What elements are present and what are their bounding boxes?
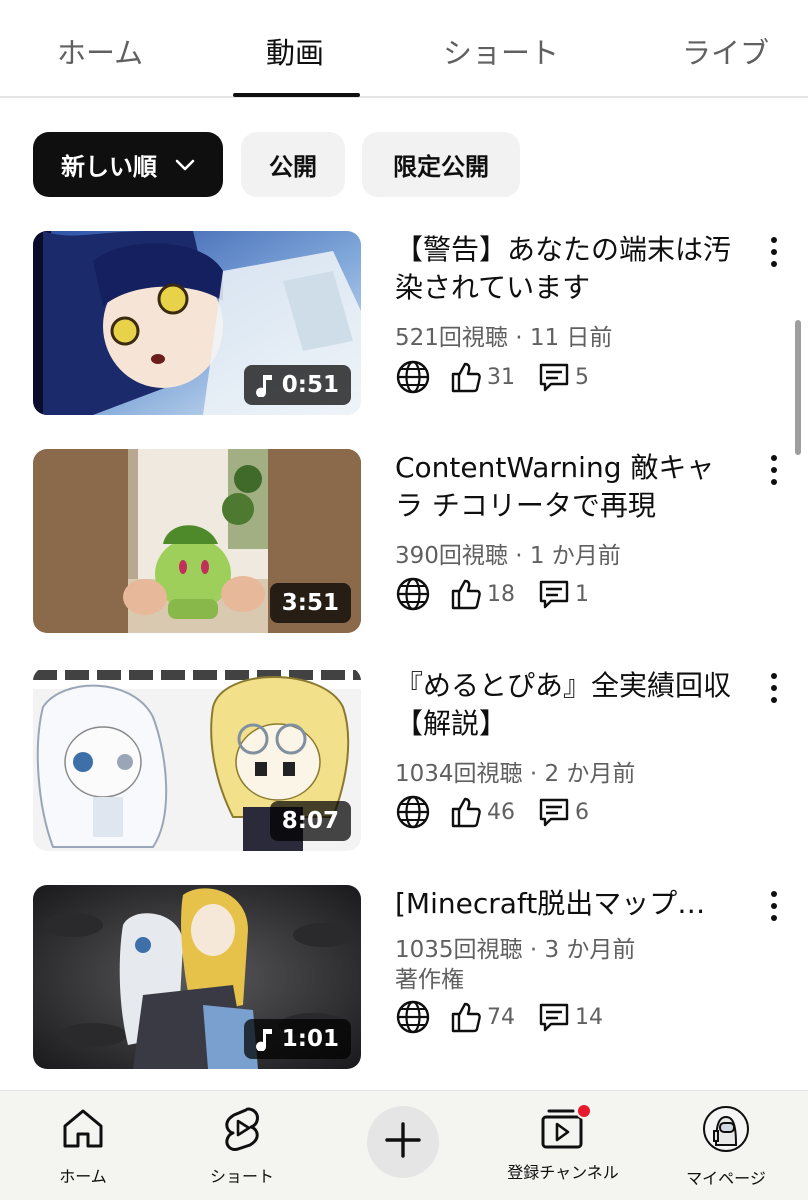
more-options-icon[interactable] [764, 673, 784, 703]
video-meta: 390回視聴 · 1 か月前 [395, 543, 621, 569]
thumbs-up-icon [449, 795, 483, 829]
nav-shorts[interactable]: ショート [204, 1105, 280, 1187]
filter-unlisted-label: 限定公開 [393, 153, 489, 181]
nav-subscriptions[interactable]: 登録チャンネル [500, 1103, 626, 1183]
duration-badge: 0:51 [243, 365, 351, 405]
like-count: 46 [487, 799, 515, 825]
video-stats: 31 5 [395, 359, 589, 395]
video-stats: 46 6 [395, 794, 589, 830]
nav-subscriptions-label: 登録チャンネル [507, 1163, 619, 1182]
sort-newest-label: 新しい順 [61, 153, 157, 181]
video-thumbnail[interactable]: 1:01 [33, 885, 361, 1069]
comment-count: 5 [575, 364, 589, 390]
channel-tabs: ホーム 動画 ショート ライブ [0, 0, 808, 98]
plus-icon [383, 1120, 423, 1164]
filter-unlisted-chip[interactable]: 限定公開 [362, 132, 520, 197]
comment-icon [537, 795, 571, 829]
like-count: 31 [487, 364, 515, 390]
duration-text: 1:01 [281, 1026, 339, 1052]
copyright-label: 著作権 [395, 967, 464, 993]
comment-icon [537, 577, 571, 611]
duration-badge: 3:51 [269, 583, 351, 623]
nav-my-page[interactable]: マイページ [680, 1105, 772, 1189]
video-title[interactable]: 『めるとぴあ』全実績回収 【解説】 [395, 667, 745, 743]
video-thumbnail[interactable]: 3:51 [33, 449, 361, 633]
video-item[interactable]: 1:01 [Minecraft脱出マップ… 1035回視聴 · 3 か月前 著作… [0, 885, 808, 1075]
music-note-icon [255, 1029, 272, 1051]
comment-count: 6 [575, 799, 589, 825]
tab-home[interactable]: ホーム [57, 30, 143, 72]
comment-count: 1 [575, 581, 589, 607]
video-thumbnail[interactable]: 0:51 [33, 231, 361, 415]
duration-text: 3:51 [281, 590, 339, 616]
globe-icon [395, 359, 431, 395]
video-thumbnail[interactable]: 8:07 [33, 667, 361, 851]
thumbs-up-icon [449, 577, 483, 611]
video-title-line: 染されています [395, 271, 591, 304]
duration-text: 8:07 [281, 808, 339, 834]
globe-icon [395, 999, 431, 1035]
duration-badge: 1:01 [243, 1019, 351, 1059]
comment-icon [537, 360, 571, 394]
video-item[interactable]: 0:51 【警告】あなたの端末は汚 染されています 521回視聴 · 11 日前… [0, 231, 808, 421]
duration-badge: 8:07 [269, 801, 351, 841]
avatar-icon [702, 1105, 750, 1157]
like-count: 18 [487, 581, 515, 607]
video-meta: 1034回視聴 · 2 か月前 [395, 761, 636, 787]
filter-public-label: 公開 [269, 153, 317, 181]
video-item[interactable]: 3:51 ContentWarning 敵キャ ラ チコリータで再現 390回視… [0, 449, 808, 639]
home-icon [60, 1105, 106, 1155]
create-button[interactable] [367, 1106, 439, 1178]
video-title-line: 【警告】あなたの端末は汚 [395, 233, 732, 266]
video-stats: 18 1 [395, 576, 589, 612]
video-title-line: ラ チコリータで再現 [395, 489, 656, 522]
more-options-icon[interactable] [764, 455, 784, 485]
video-title[interactable]: ContentWarning 敵キャ ラ チコリータで再現 [395, 449, 745, 525]
nav-home-label: ホーム [59, 1167, 107, 1186]
video-title[interactable]: [Minecraft脱出マップ… [395, 885, 745, 923]
thumbs-up-icon [449, 1000, 483, 1034]
video-title[interactable]: 【警告】あなたの端末は汚 染されています [395, 231, 745, 307]
more-options-icon[interactable] [764, 891, 784, 921]
globe-icon [395, 794, 431, 830]
video-meta: 521回視聴 · 11 日前 [395, 325, 613, 351]
shorts-icon [219, 1105, 265, 1155]
active-tab-indicator [233, 93, 360, 97]
nav-shorts-label: ショート [209, 1167, 274, 1186]
music-note-icon [255, 375, 272, 397]
chevron-down-icon [175, 159, 195, 171]
duration-text: 0:51 [281, 372, 339, 398]
tab-live[interactable]: ライブ [682, 30, 769, 72]
video-stats: 74 14 [395, 999, 603, 1035]
nav-my-page-label: マイページ [686, 1169, 766, 1188]
video-item[interactable]: 8:07 『めるとぴあ』全実績回収 【解説】 1034回視聴 · 2 か月前 4… [0, 667, 808, 857]
video-meta: 1035回視聴 · 3 か月前 [395, 937, 636, 963]
tab-videos[interactable]: 動画 [266, 30, 324, 72]
nav-home[interactable]: ホーム [54, 1105, 112, 1187]
tab-shorts[interactable]: ショート [443, 30, 559, 72]
globe-icon [395, 576, 431, 612]
filter-public-chip[interactable]: 公開 [241, 132, 345, 197]
scrollbar-thumb[interactable] [795, 320, 801, 455]
video-title-line: ContentWarning 敵キャ [395, 451, 715, 484]
video-title-line: 【解説】 [395, 707, 508, 740]
more-options-icon[interactable] [764, 237, 784, 267]
thumbs-up-icon [449, 360, 483, 394]
subscriptions-icon [538, 1103, 592, 1151]
bottom-navigation: ホーム ショート 登録チャンネル マイページ [0, 1090, 808, 1200]
comment-icon [537, 1000, 571, 1034]
sort-newest-chip[interactable]: 新しい順 [33, 132, 223, 197]
like-count: 74 [487, 1004, 515, 1030]
notification-dot [576, 1103, 592, 1119]
comment-count: 14 [575, 1004, 603, 1030]
video-title-line: 『めるとぴあ』全実績回収 [395, 669, 732, 702]
